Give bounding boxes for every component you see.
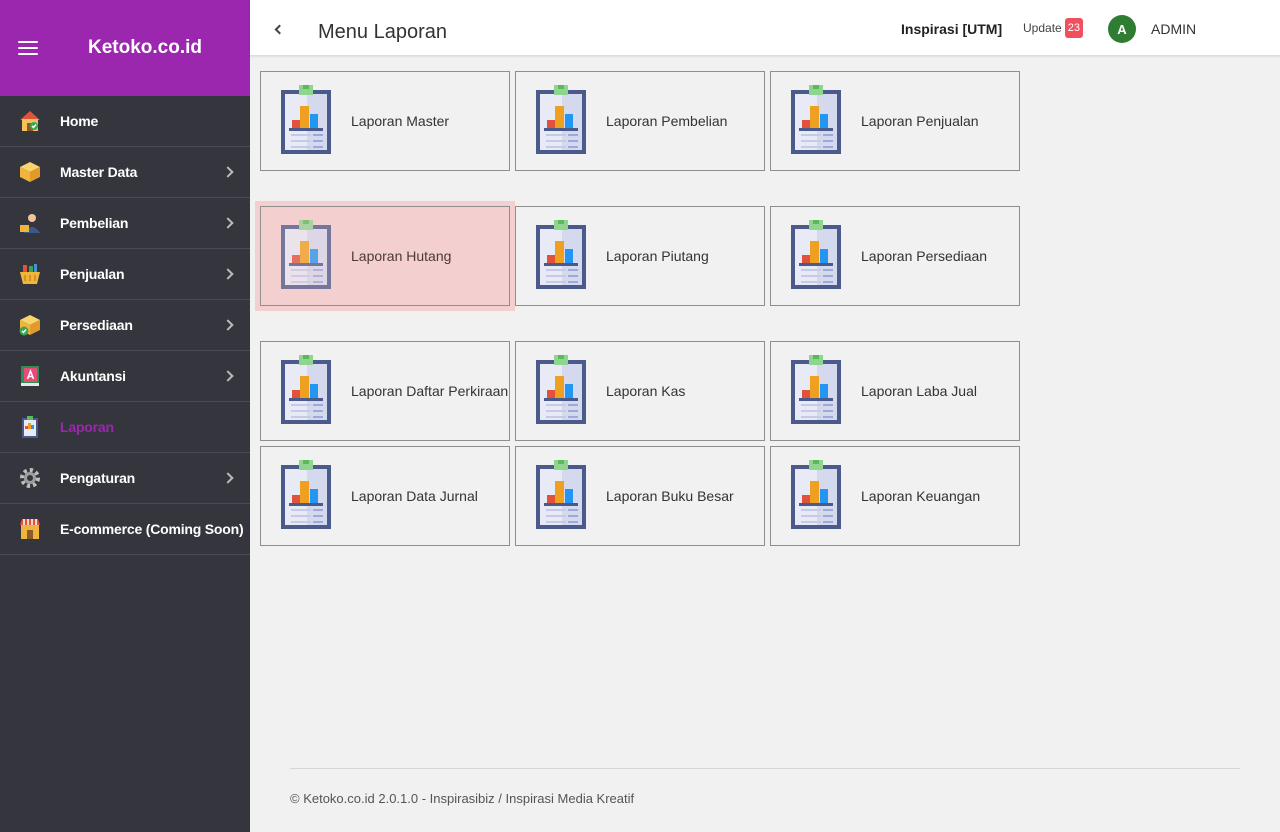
report-card-persediaan[interactable]: Laporan Persediaan — [770, 206, 1020, 306]
report-card-label: Laporan Laba Jual — [861, 383, 977, 399]
book-icon — [18, 364, 42, 388]
clipboard-chart-icon — [536, 355, 586, 424]
chevron-right-icon — [222, 217, 234, 229]
report-card-label: Laporan Penjualan — [861, 113, 979, 129]
home-icon — [18, 109, 42, 133]
sidebar-item-ecommerce[interactable]: E-commerce (Coming Soon) — [0, 504, 250, 555]
report-card-hutang[interactable]: Laporan Hutang — [260, 206, 510, 306]
report-card-piutang[interactable]: Laporan Piutang — [515, 206, 765, 306]
update-button[interactable]: Update 23 — [1023, 18, 1083, 38]
report-card-label: Laporan Daftar Perkiraan — [351, 383, 509, 399]
footer-copyright: © Ketoko.co.id 2.0.1.0 - Inspirasibiz / … — [290, 791, 635, 806]
chevron-right-icon — [222, 268, 234, 280]
sidebar-item-label: Home — [60, 113, 99, 129]
clipboard-chart-icon — [281, 85, 331, 154]
sidebar-item-label: Pengaturan — [60, 470, 136, 486]
sidebar-item-home[interactable]: Home — [0, 96, 250, 147]
update-count-badge: 23 — [1064, 18, 1083, 38]
report-card-data-jurnal[interactable]: Laporan Data Jurnal — [260, 446, 510, 546]
chevron-right-icon — [222, 166, 234, 178]
chevron-right-icon — [222, 319, 234, 331]
clipboard-chart-icon — [281, 460, 331, 529]
report-card-label: Laporan Buku Besar — [606, 488, 734, 504]
report-card-label: Laporan Data Jurnal — [351, 488, 478, 504]
sidebar-item-laporan[interactable]: Laporan — [0, 402, 250, 453]
report-card-label: Laporan Master — [351, 113, 450, 129]
report-card-label: Laporan Kas — [606, 383, 686, 399]
username[interactable]: ADMIN — [1151, 21, 1196, 37]
company-name[interactable]: Inspirasi [UTM] — [901, 21, 1002, 37]
shop-icon — [18, 517, 42, 541]
brand-name[interactable]: Ketoko.co.id — [88, 37, 202, 59]
report-card-label: Laporan Keuangan — [861, 488, 981, 504]
report-card-pembelian[interactable]: Laporan Pembelian — [515, 71, 765, 171]
sidebar-item-penjualan[interactable]: Penjualan — [0, 249, 250, 300]
report-card-penjualan[interactable]: Laporan Penjualan — [770, 71, 1020, 171]
clipboard-chart-icon — [281, 220, 331, 289]
sidebar-item-persediaan[interactable]: Persediaan — [0, 300, 250, 351]
sidebar: Ketoko.co.id Home Master Data Pembelian … — [0, 0, 250, 832]
sidebar-item-pengaturan[interactable]: Pengaturan — [0, 453, 250, 504]
clipboard-chart-icon — [281, 355, 331, 424]
clipboard-chart-icon — [18, 415, 42, 439]
page-title: Menu Laporan — [318, 21, 447, 43]
box-check-icon — [18, 313, 42, 337]
sidebar-item-label: Akuntansi — [60, 368, 126, 384]
sidebar-item-label: E-commerce (Coming Soon) — [60, 521, 244, 537]
avatar[interactable]: A — [1108, 15, 1136, 43]
report-card-label: Laporan Pembelian — [606, 113, 728, 129]
chevron-right-icon — [222, 370, 234, 382]
report-card-label: Laporan Piutang — [606, 248, 709, 264]
clipboard-chart-icon — [536, 220, 586, 289]
basket-icon — [18, 262, 42, 286]
gear-icon — [18, 466, 42, 490]
sidebar-item-akuntansi[interactable]: Akuntansi — [0, 351, 250, 402]
clipboard-chart-icon — [791, 460, 841, 529]
clipboard-chart-icon — [791, 85, 841, 154]
sidebar-item-label: Master Data — [60, 164, 138, 180]
box-icon — [18, 160, 42, 184]
clipboard-chart-icon — [536, 85, 586, 154]
clipboard-chart-icon — [791, 355, 841, 424]
report-card-kas[interactable]: Laporan Kas — [515, 341, 765, 441]
update-label: Update — [1023, 21, 1062, 35]
topbar: Menu Laporan Inspirasi [UTM] Update 23 A… — [250, 0, 1280, 56]
clipboard-chart-icon — [791, 220, 841, 289]
sidebar-item-master-data[interactable]: Master Data — [0, 147, 250, 198]
sidebar-item-label: Persediaan — [60, 317, 133, 333]
chevron-right-icon — [222, 472, 234, 484]
report-card-label: Laporan Hutang — [351, 248, 452, 264]
sidebar-item-pembelian[interactable]: Pembelian — [0, 198, 250, 249]
sidebar-item-label: Laporan — [60, 419, 114, 435]
sidebar-item-label: Pembelian — [60, 215, 129, 231]
report-card-keuangan[interactable]: Laporan Keuangan — [770, 446, 1020, 546]
back-icon[interactable] — [274, 24, 285, 35]
sidebar-item-label: Penjualan — [60, 266, 125, 282]
clipboard-chart-icon — [536, 460, 586, 529]
report-card-laba-jual[interactable]: Laporan Laba Jual — [770, 341, 1020, 441]
report-card-buku-besar[interactable]: Laporan Buku Besar — [515, 446, 765, 546]
report-card-daftar-perkiraan[interactable]: Laporan Daftar Perkiraan — [260, 341, 510, 441]
report-card-label: Laporan Persediaan — [861, 248, 988, 264]
menu-toggle-icon[interactable] — [18, 41, 38, 55]
report-card-master[interactable]: Laporan Master — [260, 71, 510, 171]
user-box-icon — [18, 211, 42, 235]
brand-bar: Ketoko.co.id — [0, 0, 250, 96]
footer-divider — [290, 768, 1240, 769]
